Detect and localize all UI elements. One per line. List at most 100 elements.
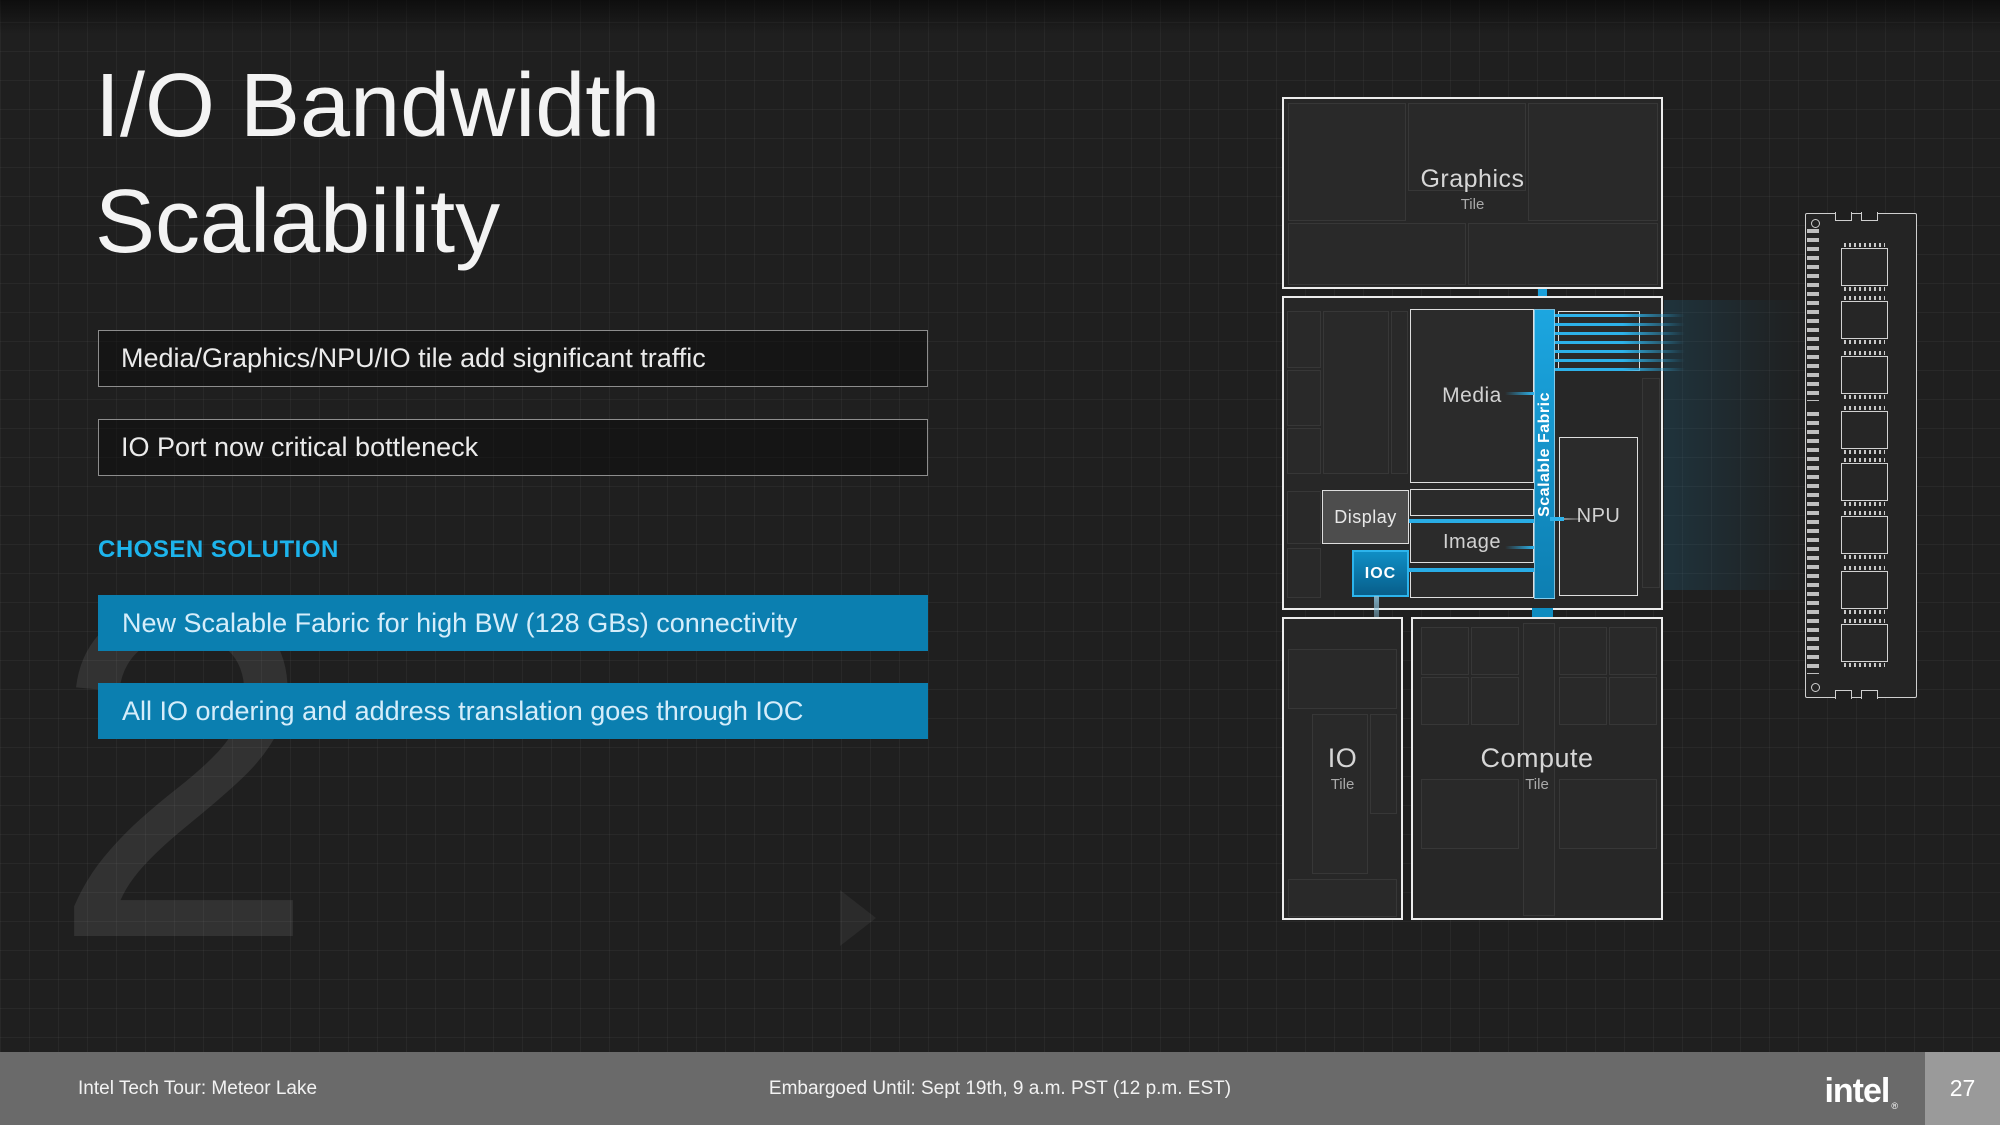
memory-line [1555, 332, 1685, 335]
memory-chip [1841, 624, 1888, 662]
graphics-tile-label: Graphics Tile [1284, 165, 1661, 213]
graphics-tile: Graphics Tile [1282, 97, 1663, 289]
memory-line [1555, 350, 1685, 353]
solution-bar-2: All IO ordering and address translation … [98, 683, 928, 739]
problem-box-2-text: IO Port now critical bottleneck [121, 432, 478, 463]
dimm-hole [1811, 219, 1820, 228]
solution-heading: CHOSEN SOLUTION [98, 536, 339, 564]
dimm-pins [1807, 229, 1819, 401]
die-pattern-block [1642, 378, 1660, 588]
slide: 2 I/O Bandwidth Scalability Media/Graphi… [0, 0, 2000, 1125]
ioc-block: IOC [1352, 550, 1409, 597]
media-fabric-connector [1505, 392, 1534, 395]
image-label: Image [1443, 531, 1501, 554]
compute-tile-name: Compute [1413, 743, 1661, 774]
ioc-fabric-connector [1409, 568, 1534, 572]
dimm-notch [1861, 212, 1878, 221]
die-pattern-block [1421, 677, 1469, 725]
die-pattern-block [1323, 311, 1389, 474]
intel-logo: intel® [1824, 1052, 1897, 1125]
registered-mark: ® [1891, 1101, 1897, 1111]
memory-chip [1841, 301, 1888, 339]
memory-chip [1841, 248, 1888, 286]
problem-box-2: IO Port now critical bottleneck [98, 419, 928, 476]
title-line-1: I/O Bandwidth [95, 48, 995, 164]
memory-chip [1841, 516, 1888, 554]
image-block: Image [1410, 521, 1534, 563]
dimm-notch [1861, 690, 1878, 699]
memory-glow [1664, 300, 1814, 590]
media-label: Media [1442, 384, 1502, 408]
scalable-fabric-label: Scalable Fabric [1536, 392, 1554, 517]
title-line-2: Scalability [95, 164, 995, 280]
media-block: Media [1410, 309, 1534, 483]
page-number: 27 [1925, 1052, 2000, 1125]
npu-block: NPU [1559, 437, 1638, 596]
graphics-tile-name: Graphics [1284, 165, 1661, 194]
dimm-notch [1835, 212, 1852, 221]
dimm-notch [1835, 690, 1852, 699]
play-triangle-icon [840, 890, 876, 946]
memory-line [1555, 341, 1685, 344]
die-pattern-block [1287, 370, 1321, 426]
memory-line [1555, 368, 1685, 371]
memory-chip [1841, 463, 1888, 501]
solution-bar-2-text: All IO ordering and address translation … [122, 696, 803, 727]
npu-fabric-connector [1550, 517, 1564, 521]
io-tile: IO Tile [1282, 617, 1403, 920]
die-pattern-block [1287, 428, 1321, 474]
memory-chip [1841, 356, 1888, 394]
die-pattern-block [1287, 548, 1321, 598]
display-block: Display [1322, 490, 1409, 544]
soc-tile: Media Image Display IOC Scalable Fabric [1282, 296, 1663, 610]
soc-sub-block [1410, 568, 1534, 598]
memory-line [1555, 323, 1685, 326]
io-tile-name: IO [1284, 743, 1401, 774]
die-pattern-block [1471, 677, 1519, 725]
memory-line [1555, 359, 1685, 362]
display-label: Display [1334, 507, 1397, 528]
compute-tile-label: Compute Tile [1413, 743, 1661, 793]
die-pattern-block [1312, 714, 1368, 874]
compute-tile: Compute Tile [1411, 617, 1663, 920]
memory-module-icon [1805, 213, 1917, 698]
problem-box-1-text: Media/Graphics/NPU/IO tile add significa… [121, 343, 706, 374]
solution-bar-1: New Scalable Fabric for high BW (128 GBs… [98, 595, 928, 651]
ioc-label: IOC [1365, 565, 1396, 583]
io-tile-label: IO Tile [1284, 743, 1401, 793]
die-pattern-block [1288, 879, 1397, 917]
graphics-tile-sub: Tile [1284, 196, 1661, 213]
die-pattern-block [1421, 627, 1469, 675]
footer-embargo: Embargoed Until: Sept 19th, 9 a.m. PST (… [769, 1052, 1231, 1125]
page-title: I/O Bandwidth Scalability [95, 48, 995, 280]
display-fabric-connector [1409, 519, 1534, 523]
die-pattern-block [1287, 491, 1321, 544]
die-pattern-block [1609, 677, 1657, 725]
die-pattern-block [1391, 311, 1408, 474]
dimm-pins [1807, 412, 1819, 674]
die-pattern-block [1471, 627, 1519, 675]
die-pattern-block [1559, 627, 1607, 675]
memory-chip [1841, 411, 1888, 449]
die-pattern-block [1609, 627, 1657, 675]
footer-bar: Intel Tech Tour: Meteor Lake Embargoed U… [0, 1052, 2000, 1125]
footer-event: Intel Tech Tour: Meteor Lake [78, 1052, 317, 1125]
npu-label: NPU [1577, 505, 1621, 528]
top-shade [0, 0, 2000, 34]
memory-line [1555, 314, 1685, 317]
solution-bar-1-text: New Scalable Fabric for high BW (128 GBs… [122, 608, 797, 639]
die-pattern-block [1468, 223, 1658, 285]
scalable-fabric-bar: Scalable Fabric [1534, 309, 1555, 599]
compute-tile-sub: Tile [1413, 776, 1661, 793]
image-fabric-connector [1505, 546, 1534, 549]
intel-logo-text: intel [1824, 1072, 1889, 1111]
die-pattern-block [1288, 649, 1397, 709]
npu-connector-fade [1564, 518, 1590, 520]
problem-box-1: Media/Graphics/NPU/IO tile add significa… [98, 330, 928, 387]
memory-chip [1841, 571, 1888, 609]
die-pattern-block [1559, 677, 1607, 725]
die-pattern-block [1287, 311, 1321, 368]
io-tile-sub: Tile [1284, 776, 1401, 793]
die-pattern-block [1288, 223, 1466, 285]
dimm-hole [1811, 683, 1820, 692]
